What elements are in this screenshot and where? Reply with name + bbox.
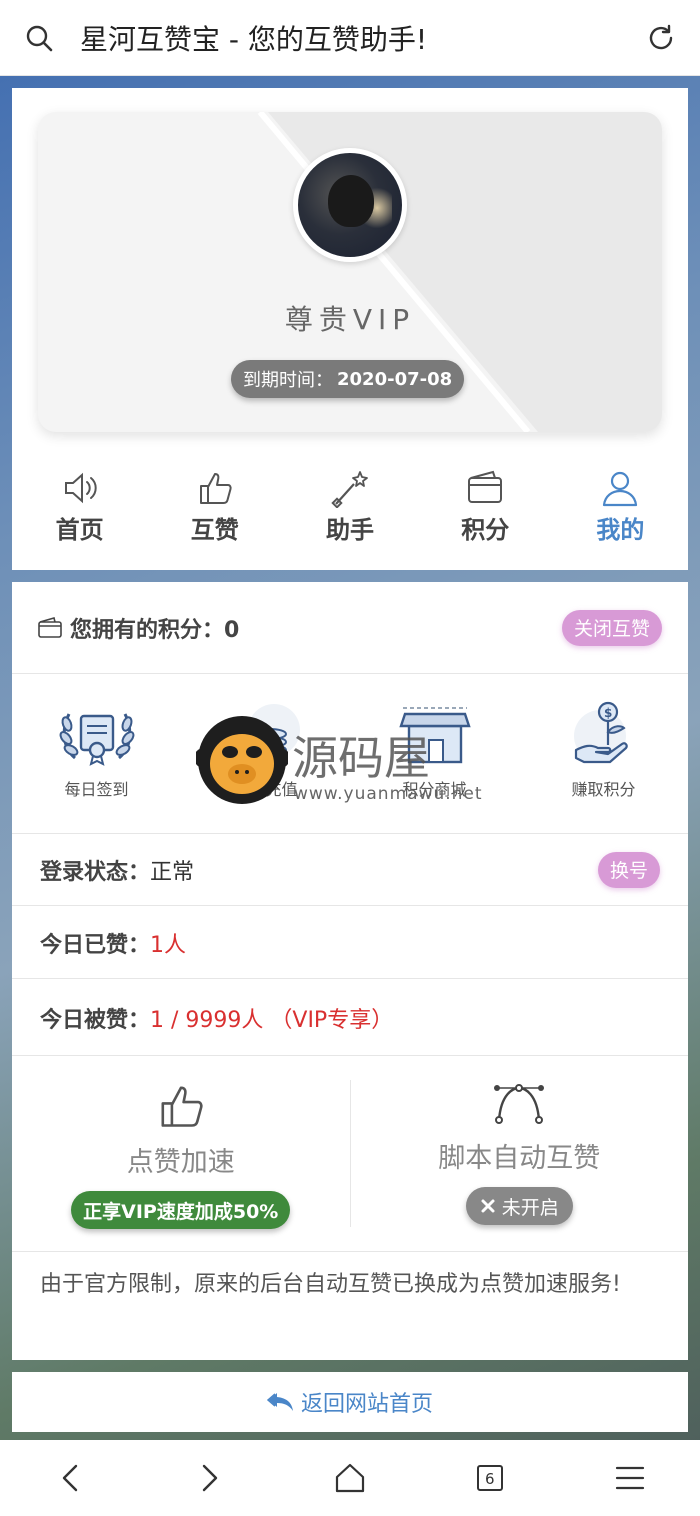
nav-label: 互赞 (190, 516, 239, 544)
expire-label: 到期时间： (243, 370, 333, 391)
login-status-row: 登录状态： 正常 换号 (12, 834, 688, 906)
tabs-icon: 6 (477, 1465, 503, 1491)
nav-label: 我的 (596, 516, 645, 544)
close-like-button[interactable]: 关闭互赞 (561, 609, 662, 646)
speedup-badge: 正享VIP速度加成50% (71, 1191, 291, 1229)
back-home-link[interactable]: 返回网站首页 (12, 1372, 688, 1432)
feature-recharge[interactable]: 积分充值 (181, 700, 350, 833)
wallet-icon (468, 470, 503, 503)
feature-label: 积分商城 (402, 780, 467, 799)
login-status-key: 登录状态： (40, 859, 151, 885)
magic-wand-icon (331, 471, 368, 508)
feature-split: 点赞加速 正享VIP速度加成50% 脚本自动互赞 未开启 (12, 1056, 688, 1252)
notice-text: 由于官方限制，原来的后台自动互赞已换成为点赞加速服务! (40, 1272, 621, 1297)
speaker-icon (64, 472, 97, 504)
today-liked-row: 今日已赞： 1人 (12, 907, 688, 979)
expire-date: 2020-07-08 (337, 368, 453, 390)
feature-earn-points[interactable]: $ 赚取积分 (519, 700, 688, 833)
speedup-panel[interactable]: 点赞加速 正享VIP速度加成50% (12, 1056, 350, 1251)
browser-bottom-bar: 6 (0, 1440, 700, 1516)
today-liked-key: 今日已赞： (40, 932, 151, 958)
home-button[interactable] (280, 1462, 420, 1494)
feature-label: 赚取积分 (571, 780, 636, 799)
profile-banner: 尊贵VIP 到期时间： 2020-07-08 (38, 112, 662, 432)
points-label: 您拥有的积分：0 (70, 617, 240, 643)
back-button[interactable] (0, 1462, 140, 1494)
home-icon (335, 1463, 365, 1493)
details-card: 您拥有的积分：0 关闭互赞 每日签到 积分充值 积分商城 $ 赚取积分 登录状态… (12, 582, 688, 1360)
thumbs-up-icon (161, 1086, 203, 1127)
chevron-left-icon (62, 1464, 78, 1492)
feature-grid: 每日签到 积分充值 积分商城 $ 赚取积分 (12, 674, 688, 834)
nav-item-mine[interactable]: 我的 (553, 468, 688, 548)
tabs-button[interactable]: 6 (420, 1463, 560, 1493)
login-status-value: 正常 (150, 859, 195, 885)
nav-item-assistant[interactable]: 助手 (282, 468, 417, 548)
wallet-icon (38, 616, 62, 638)
browser-top-bar: 星河互赞宝 - 您的互赞助手! (0, 0, 700, 76)
menu-button[interactable] (560, 1465, 700, 1491)
script-title: 脚本自动互赞 (438, 1143, 601, 1174)
script-panel[interactable]: 脚本自动互赞 未开启 (351, 1056, 689, 1251)
search-icon[interactable] (22, 21, 56, 55)
today-liked-value: 1人 (150, 932, 187, 958)
page-title: 星河互赞宝 - 您的互赞助手! (80, 22, 428, 56)
refresh-icon[interactable] (644, 21, 678, 55)
today-received-row: 今日被赞： 1 / 9999人 （VIP专享） (12, 980, 688, 1056)
svg-text:$: $ (604, 706, 612, 720)
avatar[interactable] (293, 148, 407, 262)
laurel-certificate-icon (59, 713, 134, 766)
today-received-key: 今日被赞： (40, 1007, 151, 1033)
feature-label: 积分充值 (233, 780, 298, 799)
coin-stack-icon (247, 704, 300, 756)
back-home-label: 返回网站首页 (300, 1392, 433, 1417)
expire-badge: 到期时间： 2020-07-08 (231, 360, 465, 398)
nav-label: 首页 (55, 516, 104, 544)
script-status-text: 未开启 (501, 1196, 559, 1219)
tab-count: 6 (485, 1470, 495, 1488)
vip-level: 尊贵VIP (284, 303, 416, 336)
nav-item-like[interactable]: 互赞 (147, 468, 282, 548)
nav-label: 助手 (326, 516, 374, 544)
today-received-value: 1 / 9999人 （VIP专享） (150, 1007, 394, 1033)
close-icon (481, 1199, 495, 1213)
thumbs-up-icon (199, 473, 232, 504)
nav-item-home[interactable]: 首页 (12, 468, 147, 548)
nav-item-points[interactable]: 积分 (418, 468, 553, 548)
bezier-curve-icon (494, 1084, 545, 1124)
forward-button[interactable] (140, 1462, 280, 1494)
nav-label: 积分 (461, 516, 510, 544)
chevron-right-icon (202, 1464, 218, 1492)
profile-card: 尊贵VIP 到期时间： 2020-07-08 首页 互赞 助手 积分 我的 (12, 88, 688, 570)
switch-account-button[interactable]: 换号 (597, 851, 660, 888)
user-icon (603, 471, 638, 507)
script-status-badge: 未开启 (465, 1187, 573, 1225)
feature-label: 每日签到 (64, 780, 129, 799)
shop-icon (398, 707, 471, 764)
money-plant-hand-icon: $ (573, 701, 628, 764)
speedup-title: 点赞加速 (126, 1147, 235, 1178)
hamburger-menu-icon (615, 1466, 645, 1490)
points-row: 您拥有的积分：0 关闭互赞 (12, 582, 688, 674)
main-nav: 首页 互赞 助手 积分 我的 (12, 468, 688, 548)
feature-daily-checkin[interactable]: 每日签到 (12, 700, 181, 833)
feature-shop[interactable]: 积分商城 (350, 700, 519, 833)
reply-all-icon (266, 1393, 293, 1411)
